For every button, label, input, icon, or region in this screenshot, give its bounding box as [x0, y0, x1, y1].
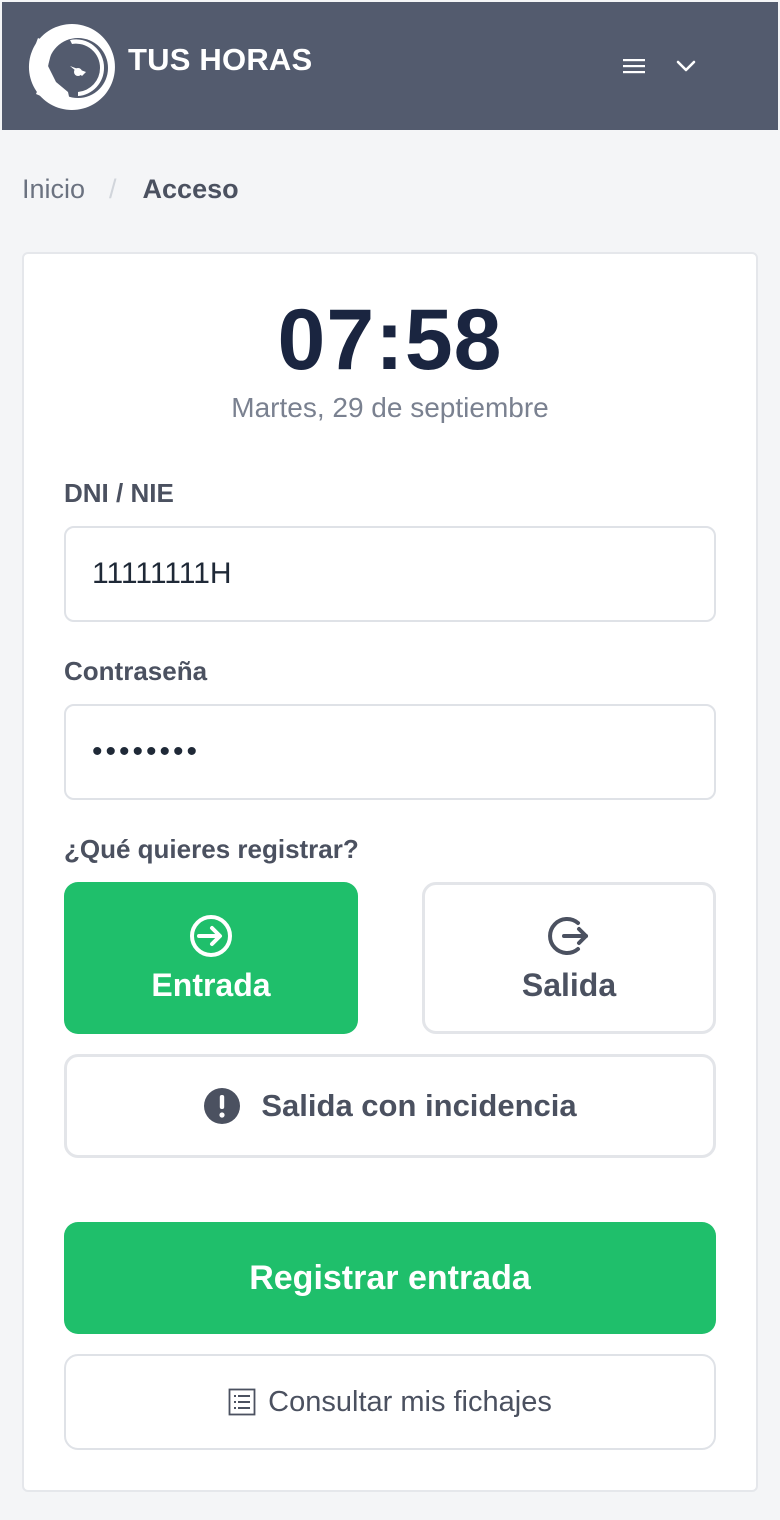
clock-time: 07:58 — [277, 292, 503, 388]
password-input[interactable] — [64, 704, 716, 800]
hamburger-icon — [623, 59, 645, 74]
option-entrada-label: Entrada — [151, 966, 271, 1003]
logout-circle-icon — [548, 916, 588, 955]
option-entrada-button[interactable]: Entrada — [64, 882, 358, 1034]
menu-toggle-button[interactable] — [616, 50, 652, 82]
option-incidencia-label: Salida con incidencia — [261, 1088, 577, 1123]
consult-records-label: Consultar mis fichajes — [268, 1385, 552, 1418]
consult-records-button[interactable]: Consultar mis fichajes — [64, 1354, 716, 1450]
password-label: Contraseña — [64, 656, 208, 686]
option-incidencia-button[interactable]: Salida con incidencia — [64, 1054, 716, 1158]
dropdown-toggle-button[interactable] — [670, 50, 702, 82]
clock-gear-logo[interactable] — [26, 20, 118, 114]
brand-title[interactable]: TUS HORAS — [128, 42, 312, 78]
breadcrumb-current: Acceso — [142, 174, 239, 204]
register-question: ¿Qué quieres registrar? — [64, 834, 359, 864]
breadcrumb-home-link[interactable]: Inicio — [22, 174, 85, 205]
exclamation-circle-icon — [204, 1088, 241, 1124]
option-salida-button[interactable]: Salida — [422, 882, 716, 1034]
top-navbar: TUS HORAS — [2, 2, 778, 130]
list-icon — [228, 1388, 256, 1416]
breadcrumb-separator: / — [109, 174, 117, 204]
register-submit-button[interactable]: Registrar entrada — [64, 1222, 716, 1334]
option-salida-label: Salida — [521, 966, 617, 1003]
dni-label: DNI / NIE — [64, 478, 174, 508]
arrow-right-circle-icon — [190, 914, 232, 957]
dni-input[interactable] — [64, 526, 716, 622]
breadcrumb: Inicio / Acceso — [22, 174, 239, 205]
clock-date: Martes, 29 de septiembre — [231, 392, 549, 423]
chevron-down-icon — [676, 60, 696, 72]
